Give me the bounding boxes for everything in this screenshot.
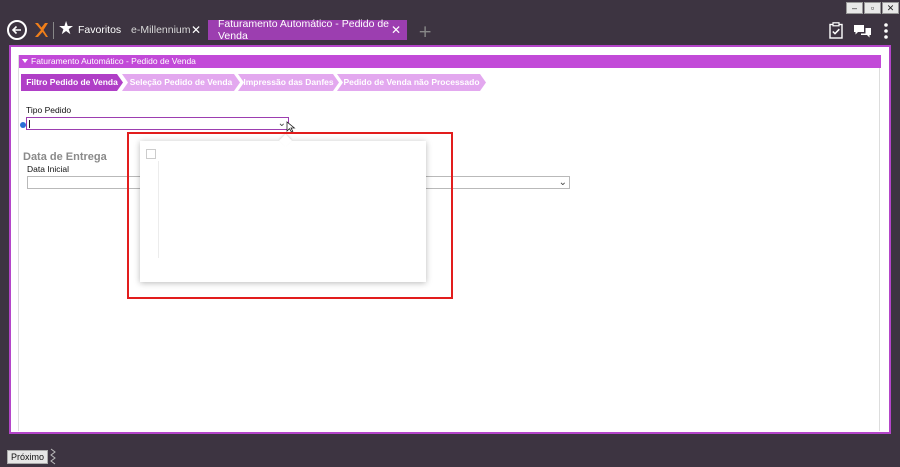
divider bbox=[53, 22, 54, 39]
tab-label: Faturamento Automático - Pedido de Venda bbox=[218, 18, 390, 42]
step-label: Seleção Pedido de Venda bbox=[129, 77, 233, 87]
close-icon[interactable]: ✕ bbox=[191, 23, 201, 37]
step-impressao-das-danfes[interactable]: Impressão das Danfes bbox=[238, 74, 339, 91]
tipo-pedido-label: Tipo Pedido bbox=[26, 105, 72, 115]
clipboard-check-icon[interactable] bbox=[829, 22, 843, 39]
chevron-down-icon[interactable]: ⌄ bbox=[278, 118, 286, 129]
tipo-pedido-select[interactable]: ⌄ bbox=[26, 117, 289, 130]
minimize-button[interactable]: – bbox=[846, 2, 863, 14]
back-icon[interactable] bbox=[7, 20, 27, 40]
highlight-box bbox=[127, 132, 453, 299]
maximize-button[interactable]: ▫ bbox=[864, 2, 881, 14]
step-filtro-pedido-de-venda[interactable]: Filtro Pedido de Venda bbox=[21, 74, 123, 91]
step-label: Impressão das Danfes bbox=[243, 77, 334, 87]
tab-e-millennium[interactable]: e-Millennium ✕ bbox=[124, 20, 206, 40]
next-button[interactable]: Próximo bbox=[7, 450, 48, 464]
chevron-down-icon[interactable]: ⌄ bbox=[559, 177, 567, 188]
step-label: Pedido de Venda não Processado bbox=[343, 77, 480, 87]
close-icon[interactable]: ✕ bbox=[391, 23, 401, 37]
footer-bar: Próximo bbox=[0, 445, 900, 467]
logo-icon[interactable] bbox=[33, 21, 49, 39]
tab-label: e-Millennium bbox=[131, 24, 191, 36]
data-de-entrega-title: Data de Entrega bbox=[23, 151, 107, 163]
star-icon[interactable]: ★ bbox=[58, 19, 76, 39]
title-bar: – ▫ ✕ ★ Favoritos e-Millennium ✕ Faturam… bbox=[0, 0, 900, 42]
chat-icon[interactable] bbox=[853, 24, 872, 38]
data-inicial-label: Data Inicial bbox=[27, 164, 70, 174]
text-cursor bbox=[29, 120, 30, 128]
section-header[interactable]: Faturamento Automático - Pedido de Venda bbox=[19, 55, 881, 68]
step-label: Filtro Pedido de Venda bbox=[26, 77, 118, 87]
step-pedido-de-venda-nao-processado[interactable]: Pedido de Venda não Processado bbox=[337, 74, 486, 91]
close-window-button[interactable]: ✕ bbox=[882, 2, 899, 14]
plus-icon[interactable]: + bbox=[418, 24, 432, 41]
tab-faturamento-automatico[interactable]: Faturamento Automático - Pedido de Venda… bbox=[208, 18, 407, 42]
resize-grip-icon[interactable] bbox=[50, 448, 56, 465]
kebab-menu-icon[interactable] bbox=[884, 23, 888, 39]
favorites-label[interactable]: Favoritos bbox=[78, 24, 121, 36]
step-selecao-pedido-de-venda[interactable]: Seleção Pedido de Venda bbox=[122, 74, 240, 91]
